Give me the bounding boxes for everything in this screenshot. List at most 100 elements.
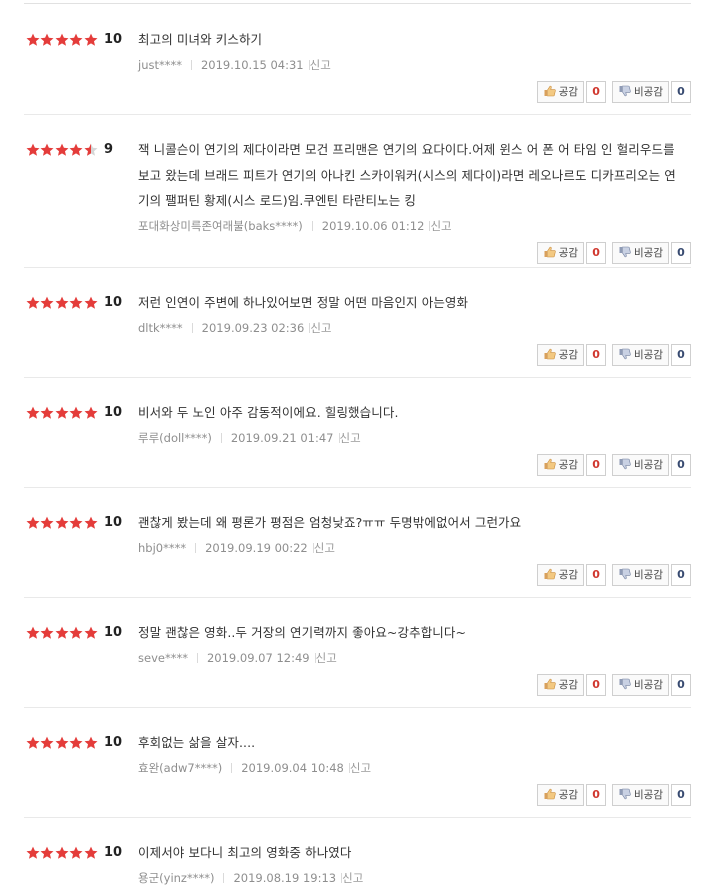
row-divider [24,114,691,115]
star-icon [40,736,54,750]
star-rating [26,296,98,310]
top-divider [24,3,691,4]
review-date: 2019.09.07 12:49 [206,650,310,665]
report-link[interactable]: 신고 [310,321,331,335]
dislike-count: 0 [671,343,691,366]
star-icon [26,626,40,640]
like-button[interactable]: 공감 [536,563,585,586]
dislike-button[interactable]: 비공감 [612,783,669,806]
like-label: 공감 [558,246,579,259]
like-button[interactable]: 공감 [536,343,585,366]
dislike-button[interactable]: 비공감 [612,563,669,586]
review-comment: 최고의 미녀와 키스하기 [138,32,263,47]
vote-buttons: 공감 0 비공감 0 [536,673,691,696]
dislike-label: 비공감 [634,348,663,361]
vote-buttons: 공감 0 비공감 0 [536,80,691,103]
star-icon [40,296,54,310]
score: 10 [104,625,123,640]
star-icon [55,516,69,530]
like-button[interactable]: 공감 [536,673,585,696]
star-icon [26,143,40,157]
like-button[interactable]: 공감 [536,80,585,103]
like-button[interactable]: 공감 [536,453,585,476]
dislike-button[interactable]: 비공감 [612,241,669,264]
star-icon [40,143,54,157]
meta-divider [196,653,198,663]
review-comment: 비서와 두 노인 아주 감동적이에요. 힐링했습니다. [138,405,399,420]
thumbs-down-icon [619,567,631,579]
star-icon [40,846,54,860]
dislike-button[interactable]: 비공감 [612,673,669,696]
like-label: 공감 [558,788,579,801]
meta-divider [223,873,225,883]
star-icon [55,406,69,420]
star-icon [26,33,40,47]
dislike-count: 0 [671,783,691,806]
thumbs-down-icon [619,84,631,96]
review-date: 2019.09.23 02:36 [201,320,305,335]
row-divider [24,377,691,378]
thumbs-up-icon [544,84,556,96]
like-count: 0 [586,453,607,476]
reviewer-name[interactable]: seve**** [138,651,188,665]
star-icon [55,296,69,310]
review-comment: 이제서야 보다니 최고의 영화중 하나였다 [138,845,352,860]
reviewer-name[interactable]: 루루(doll****) [138,431,212,445]
reviewer-name[interactable]: hbj0**** [138,541,186,555]
review-meta: 용군(yinz****) 2019.08.19 19:13 신고 [138,870,363,886]
thumbs-down-icon [619,677,631,689]
like-count: 0 [586,80,607,103]
reviewer-name[interactable]: 포대화상미륵존여래불(baks****) [138,219,303,233]
star-icon [69,406,83,420]
report-link[interactable]: 신고 [340,431,361,445]
review-meta: 효완(adw7****) 2019.09.04 10:48 신고 [138,760,371,776]
meta-divider [190,60,192,70]
vote-buttons: 공감 0 비공감 0 [536,241,691,264]
star-icon [26,406,40,420]
star-icon [26,516,40,530]
like-button[interactable]: 공감 [536,241,585,264]
report-link[interactable]: 신고 [430,219,451,233]
dislike-button[interactable]: 비공감 [612,80,669,103]
dislike-count: 0 [671,241,691,264]
review-comment: 저런 인연이 주변에 하나있어보면 정말 어떤 마음인지 아는영화 [138,295,469,310]
star-icon [69,626,83,640]
review-date: 2019.10.06 01:12 [321,218,425,233]
star-icon [84,626,98,640]
row-divider [24,817,691,818]
report-link[interactable]: 신고 [314,541,335,555]
star-icon [69,296,83,310]
star-icon [55,736,69,750]
star-icon [84,516,98,530]
report-link[interactable]: 신고 [342,871,363,885]
dislike-label: 비공감 [634,458,663,471]
star-icon [55,143,69,157]
like-count: 0 [586,673,607,696]
reviewer-name[interactable]: 효완(adw7****) [138,761,222,775]
like-button[interactable]: 공감 [536,783,585,806]
row-divider [24,597,691,598]
dislike-button[interactable]: 비공감 [612,343,669,366]
report-link[interactable]: 신고 [310,58,331,72]
like-label: 공감 [558,678,579,691]
star-icon [69,33,83,47]
reviewer-name[interactable]: 용군(yinz****) [138,871,214,885]
like-label: 공감 [558,85,579,98]
like-count: 0 [586,563,607,586]
star-icon [40,406,54,420]
report-link[interactable]: 신고 [316,651,337,665]
star-icon [84,846,98,860]
review-date: 2019.08.19 19:13 [233,870,337,885]
star-icon [55,33,69,47]
review-meta: hbj0**** 2019.09.19 00:22 신고 [138,540,335,556]
dislike-label: 비공감 [634,678,663,691]
reviewer-name[interactable]: just**** [138,58,182,72]
reviewer-name[interactable]: dltk**** [138,321,183,335]
star-rating [26,406,98,420]
report-link[interactable]: 신고 [350,761,371,775]
star-icon [40,626,54,640]
thumbs-up-icon [544,245,556,257]
dislike-button[interactable]: 비공감 [612,453,669,476]
score: 10 [104,32,123,47]
vote-buttons: 공감 0 비공감 0 [536,563,691,586]
